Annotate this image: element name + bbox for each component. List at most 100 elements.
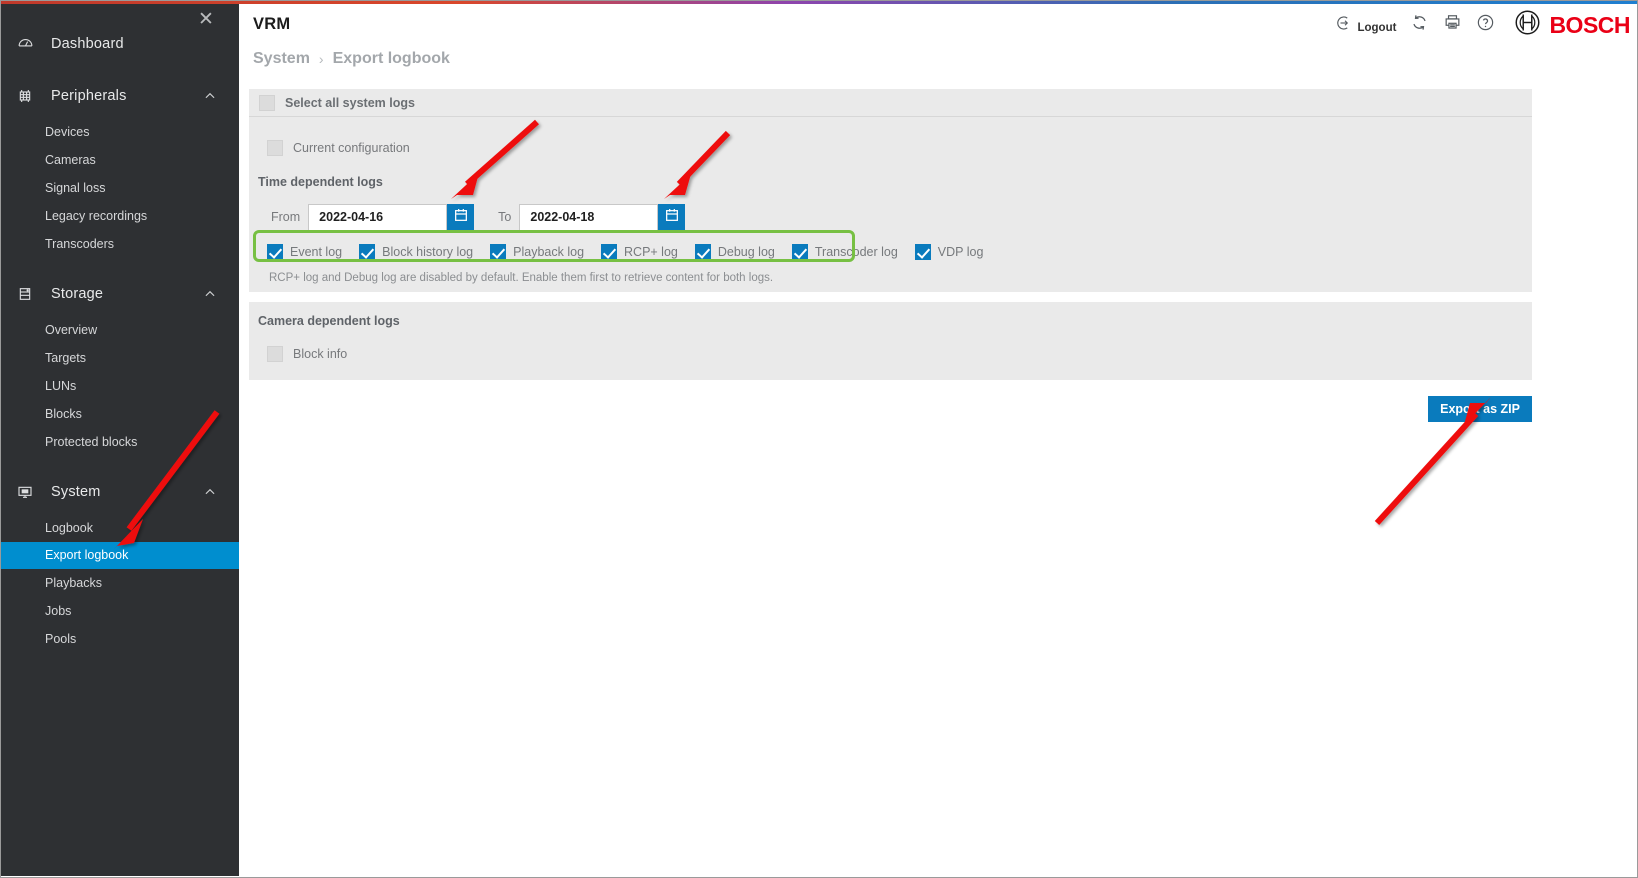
from-label: From — [271, 210, 301, 224]
sidebar-group-storage: Storage Overview Targets LUNs Blocks Pro… — [1, 272, 239, 456]
camera-logs-panel: Camera dependent logs Block info — [249, 302, 1532, 380]
select-all-system-logs-row[interactable]: Select all system logs — [249, 89, 1532, 117]
log-type-event-log[interactable]: Event log — [267, 244, 342, 260]
date-range-row: From 2022-04-16 To 2022-04-18 — [249, 202, 1532, 232]
export-as-zip-button[interactable]: Export as ZIP — [1428, 396, 1532, 422]
sidebar-item-legacy-recordings[interactable]: Legacy recordings — [1, 202, 239, 230]
debug-log-checkbox[interactable] — [694, 244, 711, 260]
to-date-input[interactable]: 2022-04-18 — [519, 203, 659, 231]
sidebar-item-transcoders[interactable]: Transcoders — [1, 230, 239, 258]
chevron-up-icon[interactable] — [203, 287, 217, 301]
help-button[interactable] — [1469, 10, 1502, 40]
rcp-plus-log-checkbox[interactable] — [601, 244, 618, 260]
event-log-label: Event log — [290, 245, 343, 259]
current-configuration-label: Current configuration — [293, 141, 410, 155]
log-type-vdp-log[interactable]: VDP log — [914, 244, 984, 260]
sidebar-group-system: System Logbook Export logbook Playbacks … — [1, 470, 239, 653]
system-logs-panel: Select all system logs Current configura… — [249, 89, 1532, 292]
playback-log-label: Playback log — [513, 245, 585, 259]
calendar-icon — [453, 207, 469, 228]
sidebar-item-blocks[interactable]: Blocks — [1, 400, 239, 428]
vdp-log-label: VDP log — [937, 245, 984, 259]
sidebar: ✕ Dashboard Peripherals Devices Cameras … — [1, 4, 239, 876]
playback-log-checkbox[interactable] — [490, 244, 507, 260]
block-info-label: Block info — [293, 347, 348, 361]
log-hint-text: RCP+ log and Debug log are disabled by d… — [269, 272, 774, 284]
sidebar-item-system[interactable]: System — [1, 470, 239, 514]
rcp-plus-log-label: RCP+ log — [624, 245, 678, 259]
current-configuration-row[interactable]: Current configuration — [249, 136, 1532, 160]
sidebar-item-signal-loss[interactable]: Signal loss — [1, 174, 239, 202]
help-icon — [1476, 13, 1495, 37]
transcoder-log-label: Transcoder log — [814, 245, 898, 259]
sidebar-item-export-logbook[interactable]: Export logbook — [1, 542, 239, 569]
event-log-checkbox[interactable] — [267, 244, 283, 260]
time-dependent-logs-label: Time dependent logs — [258, 175, 383, 189]
sidebar-item-overview[interactable]: Overview — [1, 316, 239, 344]
chevron-up-icon[interactable] — [203, 485, 217, 499]
sidebar-item-label: Dashboard — [51, 36, 124, 52]
select-all-system-logs-checkbox[interactable] — [259, 94, 275, 111]
from-calendar-button[interactable] — [447, 203, 475, 231]
logout-icon — [1336, 14, 1354, 37]
logout-button[interactable]: Logout — [1329, 10, 1403, 40]
breadcrumb-current: Export logbook — [332, 50, 450, 67]
camera-dependent-logs-title: Camera dependent logs — [258, 314, 400, 328]
sidebar-item-devices[interactable]: Devices — [1, 118, 239, 146]
debug-log-label: Debug log — [717, 245, 775, 259]
current-configuration-checkbox[interactable] — [267, 140, 283, 156]
to-calendar-button[interactable] — [658, 203, 686, 231]
top-accent-strip — [1, 1, 1637, 4]
sidebar-item-targets[interactable]: Targets — [1, 344, 239, 372]
log-type-playback-log[interactable]: Playback log — [490, 244, 584, 260]
sidebar-item-jobs[interactable]: Jobs — [1, 597, 239, 625]
chevron-up-icon[interactable] — [203, 89, 217, 103]
sidebar-item-playbacks[interactable]: Playbacks — [1, 569, 239, 597]
bosch-wordmark: BOSCH — [1549, 11, 1630, 38]
vdp-log-checkbox[interactable] — [914, 244, 931, 260]
sidebar-item-logbook[interactable]: Logbook — [1, 514, 239, 542]
breadcrumb: System › Export logbook — [253, 45, 450, 73]
block-history-log-checkbox[interactable] — [359, 244, 376, 260]
sidebar-item-pools[interactable]: Pools — [1, 625, 239, 653]
breadcrumb-separator-icon: › — [318, 51, 324, 67]
system-icon — [17, 484, 43, 500]
export-actions: Export as ZIP — [249, 396, 1532, 422]
sidebar-item-label: System — [51, 484, 101, 500]
log-type-debug-log[interactable]: Debug log — [694, 244, 775, 260]
application-window: ✕ Dashboard Peripherals Devices Cameras … — [0, 0, 1638, 878]
from-date-input[interactable]: 2022-04-16 — [308, 203, 448, 231]
peripherals-icon — [17, 88, 43, 104]
block-info-checkbox[interactable] — [267, 346, 283, 362]
calendar-icon — [664, 207, 680, 228]
print-icon — [1443, 13, 1462, 37]
bosch-brand[interactable]: BOSCH — [1514, 9, 1630, 41]
page-header: VRM Logout BOSCH — [239, 4, 1637, 46]
sidebar-item-dashboard[interactable]: Dashboard — [1, 22, 239, 66]
header-actions: Logout BOSCH — [1329, 8, 1630, 42]
sidebar-group-peripherals: Peripherals Devices Cameras Signal loss … — [1, 74, 239, 258]
dashboard-icon — [17, 36, 43, 53]
log-type-transcoder-log[interactable]: Transcoder log — [791, 244, 898, 260]
storage-icon — [17, 286, 43, 302]
logout-label: Logout — [1357, 21, 1397, 34]
sidebar-item-cameras[interactable]: Cameras — [1, 146, 239, 174]
sidebar-item-storage[interactable]: Storage — [1, 272, 239, 316]
print-button[interactable] — [1436, 10, 1469, 40]
breadcrumb-parent[interactable]: System — [253, 50, 310, 68]
select-all-system-logs-label: Select all system logs — [285, 95, 415, 110]
block-history-log-label: Block history log — [382, 245, 474, 259]
log-type-checkbox-row: Event log Block history log Playback log… — [249, 238, 1532, 266]
block-info-row[interactable]: Block info — [249, 342, 1532, 366]
sidebar-item-protected-blocks[interactable]: Protected blocks — [1, 428, 239, 456]
transcoder-log-checkbox[interactable] — [791, 244, 808, 260]
log-type-rcp-plus-log[interactable]: RCP+ log — [601, 244, 678, 260]
sidebar-group-dashboard: Dashboard — [1, 22, 239, 66]
bosch-logo-icon — [1514, 9, 1541, 41]
refresh-button[interactable] — [1403, 10, 1436, 40]
app-title: VRM — [253, 15, 291, 33]
sidebar-item-luns[interactable]: LUNs — [1, 372, 239, 400]
refresh-icon — [1410, 13, 1429, 37]
log-type-block-history-log[interactable]: Block history log — [359, 244, 473, 260]
sidebar-item-peripherals[interactable]: Peripherals — [1, 74, 239, 118]
